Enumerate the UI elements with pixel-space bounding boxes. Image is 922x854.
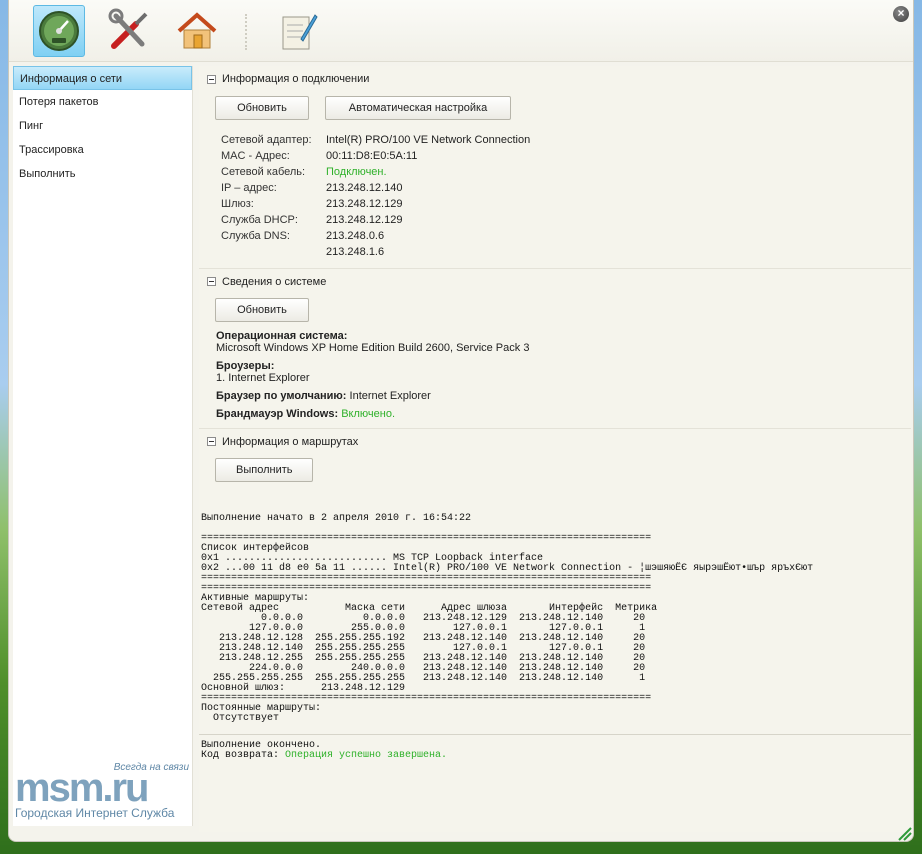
brand-logo: Всегда на связи msm.ru Городская Интерне… [13,762,193,822]
detail-key [221,244,326,260]
resize-grip[interactable] [895,820,913,841]
browsers-value: 1. Internet Explorer [216,372,310,384]
tools-icon [108,8,148,49]
collapse-icon[interactable] [207,277,216,286]
sidebar-item-traceroute[interactable]: Трассировка [13,138,192,162]
system-details: Операционная система: Microsoft Windows … [199,322,911,420]
toolbar: × [9,0,913,62]
detail-value: 213.248.12.129 [326,214,403,226]
detail-row: Шлюз: 213.248.12.129 [221,196,911,212]
route-result: Выполнение окончено. Код возврата: Опера… [199,734,911,832]
firewall-line: Брандмауэр Windows: Включено. [216,408,911,420]
sidebar-item-network-info[interactable]: Информация о сети [13,66,192,90]
os-label: Операционная система: [216,330,348,342]
refresh-system-button[interactable]: Обновить [215,298,309,322]
toolbar-separator [245,14,247,50]
detail-key: Служба DHCP: [221,214,298,226]
notepad-icon [282,14,318,50]
sidebar-item-label: Потеря пакетов [19,96,99,108]
connection-details: Сетевой адаптер: Intel(R) PRO/100 VE Net… [221,132,911,260]
sidebar-item-ping[interactable]: Пинг [13,114,192,138]
detail-key: Служба DNS: [221,230,290,242]
detail-key: Шлюз: [221,198,254,210]
detail-value: 213.248.12.140 [326,182,403,194]
collapse-icon[interactable] [207,437,216,446]
detail-value: 213.248.0.6 [326,230,385,242]
detail-row: Служба DNS: 213.248.0.6 [221,228,911,244]
detail-row: Служба DHCP: 213.248.12.129 [221,212,911,228]
route-start-line: Выполнение начато в 2 апреля 2010 г. 16:… [201,513,472,524]
logo-subtitle: Городская Интернет Служба [15,806,175,820]
detail-row: IP – адрес: 213.248.12.140 [221,180,911,196]
connection-section-header[interactable]: Информация о подключении [199,66,911,92]
return-code-label: Код возврата: [201,750,280,761]
auto-config-button[interactable]: Автоматическая настройка [325,96,511,120]
detail-row: 213.248.1.6 [221,244,911,260]
sidebar-item-label: Выполнить [19,168,76,180]
route-output: Выполнение начато в 2 апреля 2010 г. 16:… [199,514,911,724]
browsers-label: Броузеры: [216,360,275,372]
refresh-connection-button[interactable]: Обновить [215,96,309,120]
section-title: Сведения о системе [222,275,327,288]
detail-row: MAC - Адрес: 00:11:D8:E0:5A:11 [221,148,911,164]
detail-row: Сетевой кабель: Подключен. [221,164,911,180]
settings-tool-button[interactable] [103,5,155,57]
detail-value: 213.248.1.6 [326,246,385,258]
main-content: Информация о подключении Обновить Автома… [199,66,911,832]
run-routes-button[interactable]: Выполнить [215,458,313,482]
return-code-value: Операция успешно завершена. [285,750,448,761]
detail-key: MAC - Адрес: [221,150,290,162]
sidebar-item-packet-loss[interactable]: Потеря пакетов [13,90,192,114]
default-browser-value: Internet Explorer [349,390,431,402]
sidebar-item-run[interactable]: Выполнить [13,162,192,186]
notes-tool-button[interactable] [271,5,323,57]
network-info-tool-button[interactable] [33,5,85,57]
os-value: Microsoft Windows XP Home Edition Build … [216,342,530,354]
home-icon [177,12,217,49]
detail-value: Intel(R) PRO/100 VE Network Connection [326,134,531,146]
sidebar-item-label: Информация о сети [20,73,123,85]
detail-key: Сетевой кабель: [221,166,306,178]
default-browser-label: Браузер по умолчанию: [216,390,347,402]
detail-key: IP – адрес: [221,182,277,194]
system-section-header[interactable]: Сведения о системе [199,268,911,294]
detail-value: 213.248.12.129 [326,198,403,210]
speedometer-icon [39,11,79,51]
resize-grip-icon [898,827,912,841]
firewall-label: Брандмауэр Windows: [216,408,339,420]
logo-brand: msm.ru [15,766,149,810]
app-window: × Информация о сети Потеря пакетов Пинг … [8,0,914,842]
close-button[interactable]: × [893,6,909,22]
detail-row: Сетевой адаптер: Intel(R) PRO/100 VE Net… [221,132,911,148]
return-code-line: Код возврата: Операция успешно завершена… [199,751,911,761]
routes-section-header[interactable]: Информация о маршрутах [199,428,911,454]
sidebar-item-label: Трассировка [19,144,84,156]
detail-key: Сетевой адаптер: [221,134,312,146]
firewall-status: Включено. [341,408,395,420]
detail-value: 00:11:D8:E0:5A:11 [326,150,418,162]
close-icon: × [897,6,905,20]
sidebar: Информация о сети Потеря пакетов Пинг Тр… [13,66,193,826]
collapse-icon[interactable] [207,74,216,84]
sidebar-item-label: Пинг [19,120,44,132]
home-tool-button[interactable] [171,5,223,57]
route-table-output: ========================================… [201,533,814,724]
cable-status-value: Подключен. [326,166,387,178]
default-browser-line: Браузер по умолчанию: Internet Explorer [216,390,911,402]
section-title: Информация о маршрутах [222,435,359,448]
section-title: Информация о подключении [222,73,370,85]
